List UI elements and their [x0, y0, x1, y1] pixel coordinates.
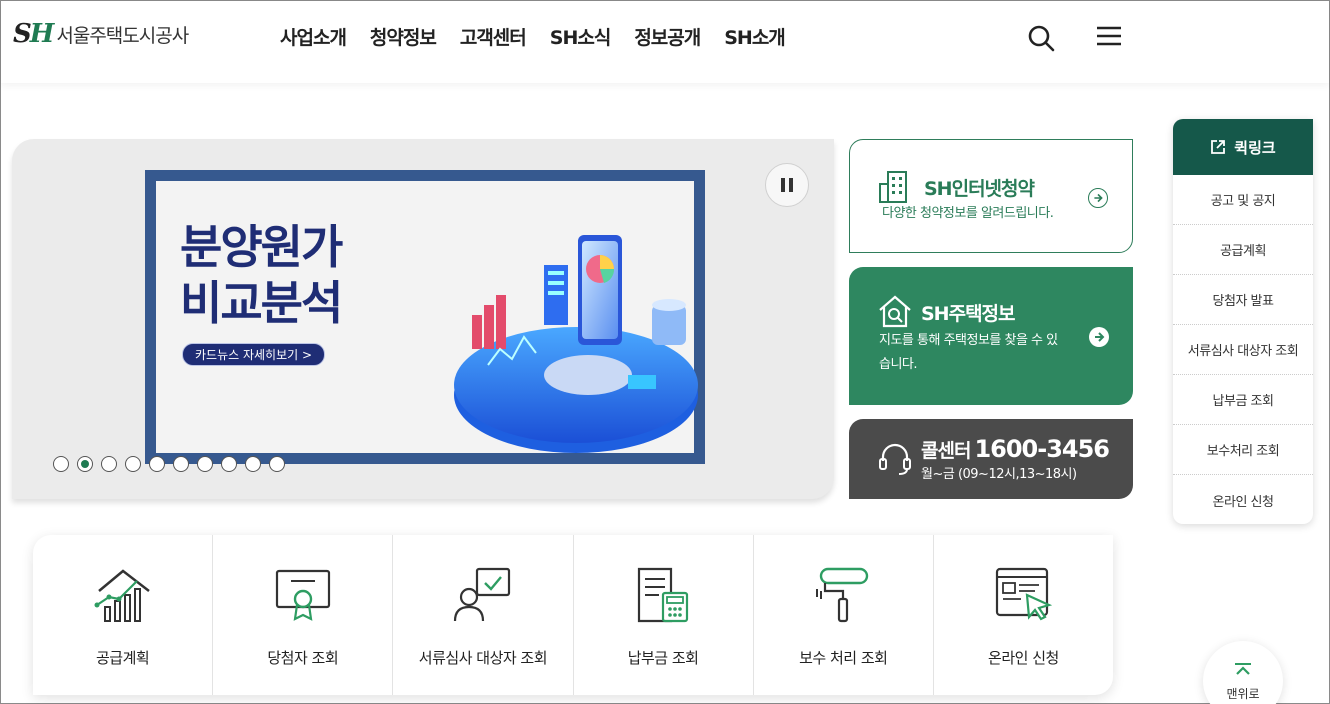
call-center-hours: 월~금 (09~12시,13~18시): [921, 467, 1077, 482]
service-label: 서류심사 대상자 조회: [418, 649, 548, 667]
slide-indicator: [53, 456, 285, 472]
site-header: SH 서울주택도시공사 사업소개 청약정보 고객센터 SH소식 정보공개 SH소…: [1, 1, 1329, 83]
call-center-card[interactable]: 콜센터 1600-3456 월~금 (09~12시,13~18시): [849, 419, 1133, 499]
arrow-right-icon: [1089, 327, 1109, 347]
service-shortcuts: 공급계획 당첨자 조회 서류심사 대상자 조회 납부금 조회 보수 처리 조회 …: [33, 535, 1113, 695]
service-supply-plan[interactable]: 공급계획: [33, 535, 214, 695]
person-check-icon: [453, 567, 511, 622]
slide-dot[interactable]: [197, 456, 213, 472]
paint-roller-icon: [816, 567, 869, 623]
back-to-top-label: 맨위로: [1226, 687, 1260, 701]
banner-title: 분양원가 비교분석: [180, 220, 343, 330]
back-to-top-button[interactable]: 맨위로: [1203, 641, 1283, 704]
service-document-review[interactable]: 서류심사 대상자 조회: [393, 535, 574, 695]
hamburger-icon[interactable]: [1095, 23, 1123, 51]
service-label: 당첨자 조회: [267, 649, 339, 667]
quicklink-header: 퀵링크: [1173, 119, 1313, 175]
chevron-up-icon: [1235, 663, 1251, 675]
logo-name: 서울주택도시공사: [56, 24, 189, 47]
pause-icon: [781, 178, 785, 192]
certificate-icon: [275, 569, 330, 621]
headset-icon: [879, 443, 911, 475]
quicklink-item[interactable]: 서류심사 대상자 조회: [1173, 325, 1313, 375]
service-label: 온라인 신청: [988, 649, 1059, 667]
card-title: 콜센터 1600-3456: [921, 435, 1110, 463]
quicklink-item[interactable]: 당첨자 발표: [1173, 275, 1313, 325]
browser-cursor-icon: [996, 567, 1053, 621]
internet-subscription-card[interactable]: SH인터넷청약 다양한 청약정보를 알려드립니다.: [849, 139, 1133, 253]
service-label: 공급계획: [95, 649, 150, 667]
quicklink-panel: 퀵링크 공고 및 공지 공급계획 당첨자 발표 서류심사 대상자 조회 납부금 …: [1173, 119, 1313, 524]
nav-item-business[interactable]: 사업소개: [280, 23, 347, 50]
quicklink-item[interactable]: 납부금 조회: [1173, 375, 1313, 425]
banner-slide[interactable]: 분양원가 비교분석 카드뉴스 자세히보기 >: [145, 170, 705, 464]
slide-dot[interactable]: [245, 456, 261, 472]
card-title: SH인터넷청약: [924, 178, 1035, 200]
service-winner-lookup[interactable]: 당첨자 조회: [213, 535, 394, 695]
external-link-icon: [1211, 140, 1226, 154]
card-desc: 지도를 통해 주택정보를 찾을 수 있습니다.: [879, 333, 1058, 372]
slide-dot[interactable]: [149, 456, 165, 472]
card-desc: 다양한 청약정보를 알려드립니다.: [882, 206, 1054, 221]
quicklink-item[interactable]: 보수처리 조회: [1173, 425, 1313, 475]
card-title: SH주택정보: [921, 303, 1016, 325]
site-logo[interactable]: SH 서울주택도시공사: [13, 19, 189, 49]
call-center-phone: 1600-3456: [974, 435, 1110, 463]
nav-item-news[interactable]: SH소식: [550, 23, 612, 50]
nav-item-customer-center[interactable]: 고객센터: [460, 23, 527, 50]
banner-detail-button[interactable]: 카드뉴스 자세히보기 >: [182, 343, 326, 366]
main-nav: 사업소개 청약정보 고객센터 SH소식 정보공개 SH소개: [280, 23, 809, 50]
house-search-icon: [879, 295, 911, 328]
main-banner: 분양원가 비교분석 카드뉴스 자세히보기 >: [12, 139, 834, 499]
slide-dot[interactable]: [173, 456, 189, 472]
isometric-data-illustration-icon: [454, 235, 698, 453]
service-repair-lookup[interactable]: 보수 처리 조회: [754, 535, 934, 695]
service-label: 보수 처리 조회: [799, 649, 888, 667]
slide-dot[interactable]: [125, 456, 141, 472]
slide-dot[interactable]: [101, 456, 117, 472]
arrow-right-icon: [1088, 188, 1108, 208]
house-chart-icon: [94, 569, 150, 622]
slide-dot[interactable]: [221, 456, 237, 472]
search-icon[interactable]: [1026, 23, 1056, 53]
quicklink-item[interactable]: 공급계획: [1173, 225, 1313, 275]
nav-item-subscription[interactable]: 청약정보: [370, 23, 437, 50]
service-payment-lookup[interactable]: 납부금 조회: [574, 535, 754, 695]
nav-item-about[interactable]: SH소개: [724, 23, 786, 50]
slide-dot[interactable]: [269, 456, 285, 472]
service-online-apply[interactable]: 온라인 신청: [934, 535, 1113, 695]
quicklink-item[interactable]: 온라인 신청: [1173, 475, 1313, 524]
slide-dot[interactable]: [53, 456, 69, 472]
quicklink-item[interactable]: 공고 및 공지: [1173, 175, 1313, 225]
apartment-icon: [879, 171, 907, 203]
service-label: 납부금 조회: [627, 649, 699, 667]
slide-dot-active[interactable]: [77, 456, 93, 472]
logo-mark: SH: [13, 19, 54, 49]
calculator-doc-icon: [637, 567, 689, 623]
nav-item-disclosure[interactable]: 정보공개: [634, 23, 701, 50]
pause-button[interactable]: [765, 163, 809, 207]
housing-info-card[interactable]: SH주택정보 지도를 통해 주택정보를 찾을 수 있습니다.: [849, 267, 1133, 405]
